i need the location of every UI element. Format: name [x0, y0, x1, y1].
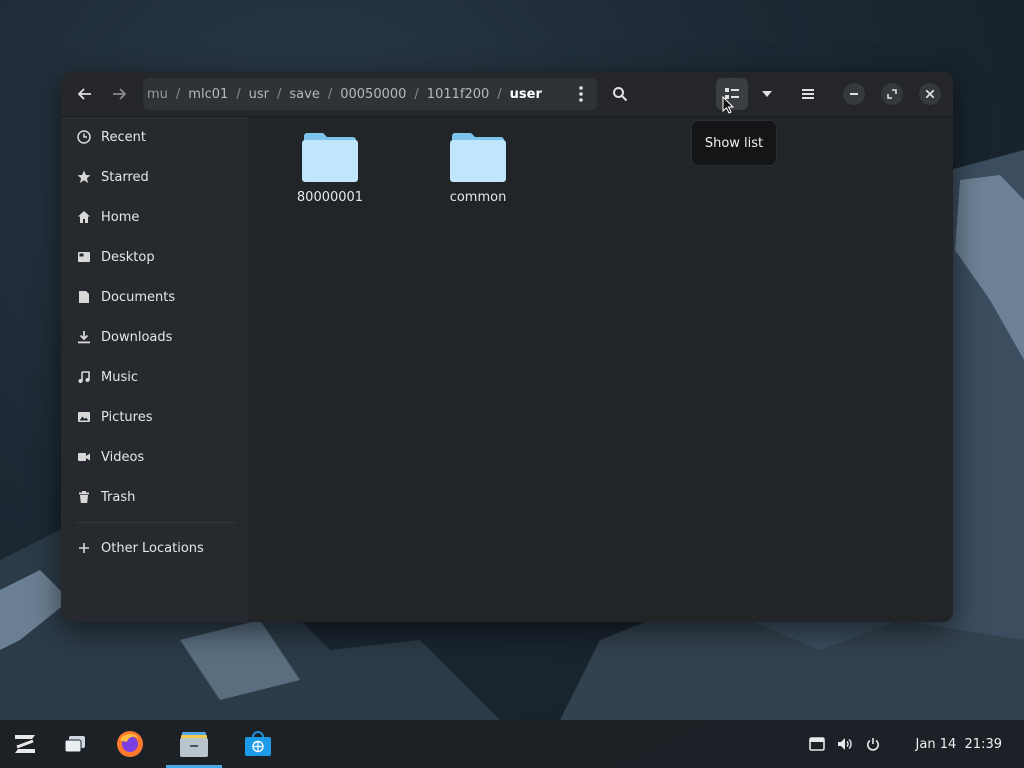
sidebar-item-label: Other Locations — [101, 540, 204, 556]
close-button[interactable] — [919, 83, 941, 105]
folder-item[interactable]: common — [423, 132, 533, 205]
file-manager-window: mu / mlc01 / usr / save / 00050000 / 101… — [61, 72, 953, 622]
places-sidebar: Recent Starred Home Desktop Documents Do… — [61, 117, 250, 622]
path-crumb[interactable]: 00050000 — [332, 87, 414, 102]
zorin-logo-icon — [15, 735, 35, 753]
mouse-pointer-icon — [722, 95, 735, 118]
taskbar: Jan 14 21:39 — [0, 720, 1024, 768]
firefox-launcher[interactable] — [112, 720, 148, 768]
sidebar-item-desktop[interactable]: Desktop — [61, 239, 249, 275]
forward-button[interactable] — [103, 78, 135, 110]
path-crumb[interactable]: usr — [241, 87, 277, 102]
sidebar-divider — [77, 522, 235, 523]
folder-label: 80000001 — [296, 190, 364, 205]
back-button[interactable] — [69, 78, 101, 110]
sidebar-item-downloads[interactable]: Downloads — [61, 319, 249, 355]
app-menu-button[interactable] — [6, 720, 44, 768]
window-overview-icon — [64, 736, 85, 753]
notifications-tray[interactable] — [805, 720, 829, 768]
folder-icon — [302, 132, 358, 182]
firefox-icon — [117, 731, 143, 757]
arrow-left-icon — [77, 88, 91, 100]
power-tray[interactable] — [861, 720, 885, 768]
sidebar-item-label: Music — [101, 369, 138, 385]
sidebar-item-videos[interactable]: Videos — [61, 439, 249, 475]
picture-icon — [76, 409, 92, 425]
path-crumb[interactable]: mlc01 — [180, 87, 236, 102]
download-icon — [76, 329, 92, 345]
files-launcher[interactable] — [166, 720, 222, 768]
close-icon — [926, 90, 934, 98]
path-bar[interactable]: mu / mlc01 / usr / save / 00050000 / 101… — [143, 78, 597, 110]
sidebar-item-label: Home — [101, 209, 140, 225]
trash-icon — [76, 489, 92, 505]
clock-time: 21:39 — [964, 736, 1002, 752]
sidebar-item-label: Videos — [101, 449, 145, 465]
plus-icon — [76, 540, 92, 556]
folder-item[interactable]: 80000001 — [275, 132, 385, 205]
path-crumb[interactable]: save — [281, 87, 327, 102]
minimize-icon — [850, 93, 858, 95]
sidebar-item-label: Desktop — [101, 249, 155, 265]
power-icon — [867, 738, 879, 751]
maximize-button[interactable] — [881, 83, 903, 105]
software-store-launcher[interactable] — [238, 720, 278, 768]
file-view: 80000001 common — [250, 117, 953, 622]
video-icon — [76, 449, 92, 465]
clock-icon — [76, 129, 92, 145]
search-icon — [613, 87, 628, 102]
clock[interactable]: Jan 14 21:39 — [916, 720, 1002, 768]
folder-label: common — [449, 190, 507, 205]
volume-icon — [838, 738, 852, 750]
search-button[interactable] — [604, 78, 636, 110]
notification-icon — [809, 737, 825, 751]
sidebar-item-music[interactable]: Music — [61, 359, 249, 395]
header-bar: mu / mlc01 / usr / save / 00050000 / 101… — [61, 72, 953, 117]
star-icon — [76, 169, 92, 185]
path-menu-button[interactable] — [565, 78, 597, 110]
sidebar-item-pictures[interactable]: Pictures — [61, 399, 249, 435]
desktop-icon — [76, 249, 92, 265]
sidebar-item-starred[interactable]: Starred — [61, 159, 249, 195]
sidebar-item-recent[interactable]: Recent — [61, 119, 249, 155]
sidebar-item-trash[interactable]: Trash — [61, 479, 249, 515]
path-crumb[interactable]: 1011f200 — [419, 87, 497, 102]
sidebar-item-label: Pictures — [101, 409, 153, 425]
sidebar-item-label: Downloads — [101, 329, 173, 345]
path-crumb-current[interactable]: user — [502, 87, 550, 102]
document-icon — [76, 289, 92, 305]
path-crumb[interactable]: mu — [143, 87, 176, 102]
volume-tray[interactable] — [833, 720, 857, 768]
minimize-button[interactable] — [843, 83, 865, 105]
maximize-icon — [887, 89, 897, 99]
sidebar-item-other-locations[interactable]: Other Locations — [61, 530, 249, 566]
main-menu-button[interactable] — [792, 78, 824, 110]
music-icon — [76, 369, 92, 385]
file-manager-icon — [180, 732, 208, 757]
kebab-menu-icon — [579, 86, 583, 102]
sidebar-item-home[interactable]: Home — [61, 199, 249, 235]
hamburger-menu-icon — [802, 89, 814, 99]
view-toggle-tooltip: Show list — [691, 120, 777, 166]
sidebar-item-label: Starred — [101, 169, 149, 185]
sidebar-item-label: Trash — [101, 489, 136, 505]
chevron-down-icon — [762, 91, 772, 97]
arrow-right-icon — [113, 88, 127, 100]
sidebar-item-documents[interactable]: Documents — [61, 279, 249, 315]
view-options-dropdown[interactable] — [751, 78, 783, 110]
folder-icon — [450, 132, 506, 182]
home-icon — [76, 209, 92, 225]
workspace-switcher-button[interactable] — [58, 720, 92, 768]
software-store-icon — [245, 731, 271, 756]
clock-date: Jan 14 — [915, 736, 957, 752]
sidebar-item-label: Documents — [101, 289, 176, 305]
sidebar-item-label: Recent — [101, 129, 146, 145]
